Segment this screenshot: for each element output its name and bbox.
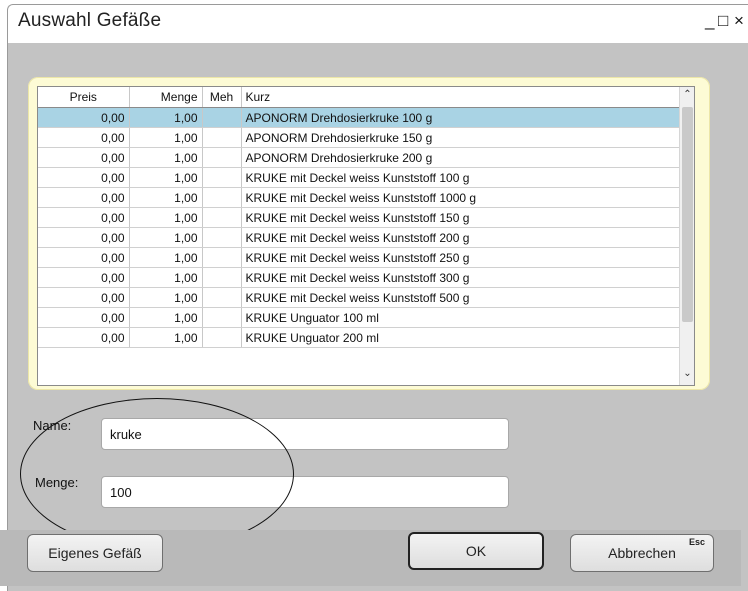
name-input[interactable] — [110, 425, 500, 443]
vertical-scrollbar[interactable]: ⌃ ⌄ — [679, 87, 694, 385]
close-icon[interactable]: × — [734, 11, 744, 31]
scrollbar-thumb[interactable] — [682, 107, 693, 322]
cancel-button[interactable]: Abbrechen Esc — [570, 534, 714, 572]
own-container-button[interactable]: Eigenes Gefäß — [27, 534, 163, 572]
cell-kurz: KRUKE mit Deckel weiss Kunststoff 100 g — [241, 167, 680, 188]
cell-meh — [202, 247, 242, 268]
cell-meh — [202, 107, 242, 128]
cancel-button-label: Abbrechen — [608, 545, 676, 561]
cell-kurz: KRUKE Unguator 100 ml — [241, 307, 680, 328]
cell-kurz: KRUKE Unguator 200 ml — [241, 327, 680, 348]
column-header-kurz[interactable]: Kurz — [241, 87, 680, 108]
cell-preis: 0,00 — [38, 267, 130, 288]
cell-preis: 0,00 — [38, 107, 130, 128]
cell-meh — [202, 147, 242, 168]
table-header-row: Preis Menge Meh Kurz — [38, 87, 680, 108]
name-label: Name: — [33, 418, 72, 433]
cell-menge: 1,00 — [129, 187, 203, 208]
cell-kurz: KRUKE mit Deckel weiss Kunststoff 500 g — [241, 287, 680, 308]
table-row[interactable]: 0,00 1,00 APONORM Drehdosierkruke 100 g — [38, 107, 680, 128]
container-table[interactable]: Preis Menge Meh Kurz 0,00 1,00 APONORM Dre… — [37, 86, 695, 386]
cell-meh — [202, 307, 242, 328]
chevron-down-icon[interactable]: ⌄ — [680, 366, 694, 382]
cell-menge: 1,00 — [129, 307, 203, 328]
cell-menge: 1,00 — [129, 227, 203, 248]
cell-preis: 0,00 — [38, 187, 130, 208]
table: Preis Menge Meh Kurz 0,00 1,00 APONORM Dre… — [38, 87, 680, 348]
cell-preis: 0,00 — [38, 167, 130, 188]
menge-field[interactable] — [101, 476, 509, 508]
cell-menge: 1,00 — [129, 287, 203, 308]
cell-kurz: KRUKE mit Deckel weiss Kunststoff 150 g — [241, 207, 680, 228]
cell-meh — [202, 327, 242, 348]
esc-shortcut-badge: Esc — [688, 537, 705, 547]
menge-input[interactable] — [110, 483, 500, 501]
cell-preis: 0,00 — [38, 327, 130, 348]
cell-preis: 0,00 — [38, 287, 130, 308]
table-row[interactable]: 0,00 1,00 KRUKE Unguator 200 ml — [38, 327, 680, 348]
cell-menge: 1,00 — [129, 107, 203, 128]
cell-meh — [202, 207, 242, 228]
cell-meh — [202, 167, 242, 188]
cell-preis: 0,00 — [38, 307, 130, 328]
cell-kurz: APONORM Drehdosierkruke 200 g — [241, 147, 680, 168]
menge-label: Menge: — [35, 475, 79, 490]
cell-menge: 1,00 — [129, 147, 203, 168]
chevron-up-icon[interactable]: ⌃ — [680, 87, 694, 103]
cell-menge: 1,00 — [129, 207, 203, 228]
cell-kurz: APONORM Drehdosierkruke 150 g — [241, 127, 680, 148]
cell-menge: 1,00 — [129, 127, 203, 148]
cell-menge: 1,00 — [129, 167, 203, 188]
table-row[interactable]: 0,00 1,00 KRUKE mit Deckel weiss Kunststof… — [38, 227, 680, 248]
cell-preis: 0,00 — [38, 227, 130, 248]
table-row[interactable]: 0,00 1,00 KRUKE mit Deckel weiss Kunststof… — [38, 247, 680, 268]
table-row[interactable]: 0,00 1,00 KRUKE mit Deckel weiss Kunststof… — [38, 207, 680, 228]
cell-preis: 0,00 — [38, 127, 130, 148]
table-row[interactable]: 0,00 1,00 KRUKE mit Deckel weiss Kunststof… — [38, 187, 680, 208]
cell-kurz: KRUKE mit Deckel weiss Kunststoff 1000 g — [241, 187, 680, 208]
cell-meh — [202, 127, 242, 148]
table-row[interactable]: 0,00 1,00 KRUKE mit Deckel weiss Kunststof… — [38, 267, 680, 288]
cell-menge: 1,00 — [129, 327, 203, 348]
column-header-preis[interactable]: Preis — [38, 87, 130, 108]
cell-kurz: KRUKE mit Deckel weiss Kunststoff 250 g — [241, 247, 680, 268]
cell-preis: 0,00 — [38, 247, 130, 268]
cell-preis: 0,00 — [38, 207, 130, 228]
minimize-icon[interactable]: _ — [705, 11, 714, 31]
maximize-icon[interactable]: □ — [718, 11, 728, 31]
cell-preis: 0,00 — [38, 147, 130, 168]
table-row[interactable]: 0,00 1,00 APONORM Drehdosierkruke 150 g — [38, 127, 680, 148]
cell-kurz: KRUKE mit Deckel weiss Kunststoff 200 g — [241, 227, 680, 248]
cell-menge: 1,00 — [129, 267, 203, 288]
table-row[interactable]: 0,00 1,00 KRUKE mit Deckel weiss Kunststof… — [38, 287, 680, 308]
cell-meh — [202, 267, 242, 288]
cell-meh — [202, 187, 242, 208]
cell-menge: 1,00 — [129, 247, 203, 268]
column-header-menge[interactable]: Menge — [129, 87, 203, 108]
ok-button[interactable]: OK — [408, 532, 544, 570]
window-title: Auswahl Gefäße — [18, 10, 162, 31]
cell-meh — [202, 227, 242, 248]
cell-meh — [202, 287, 242, 308]
column-header-meh[interactable]: Meh — [202, 87, 242, 108]
cell-kurz: KRUKE mit Deckel weiss Kunststoff 300 g — [241, 267, 680, 288]
table-row[interactable]: 0,00 1,00 KRUKE mit Deckel weiss Kunststof… — [38, 167, 680, 188]
name-field[interactable] — [101, 418, 509, 450]
title-bar[interactable]: Auswahl Gefäße _ □ × — [8, 5, 748, 43]
cell-kurz: APONORM Drehdosierkruke 100 g — [241, 107, 680, 128]
button-bar: Eigenes Gefäß OK Abbrechen Esc — [0, 530, 741, 586]
table-row[interactable]: 0,00 1,00 APONORM Drehdosierkruke 200 g — [38, 147, 680, 168]
table-row[interactable]: 0,00 1,00 KRUKE Unguator 100 ml — [38, 307, 680, 328]
